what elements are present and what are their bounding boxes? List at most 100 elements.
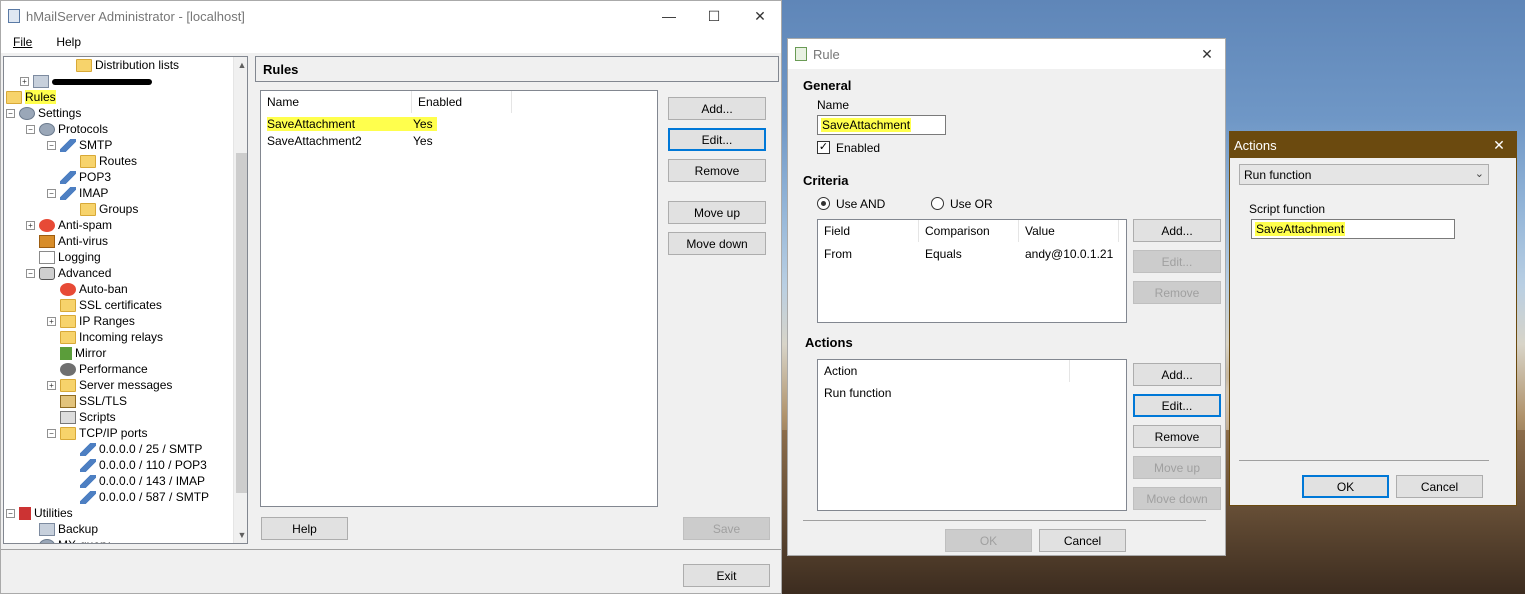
expand-icon[interactable]: +	[26, 220, 35, 230]
rule-row[interactable]: SaveAttachment2 Yes	[267, 133, 433, 149]
column-header-value[interactable]: Value	[1019, 220, 1119, 242]
tree-node[interactable]: MX-query	[26, 537, 110, 543]
rule-name: SaveAttachment2	[267, 134, 362, 148]
menu-help[interactable]: Help	[44, 35, 93, 49]
tree-node[interactable]: 0.0.0.0 / 587 / SMTP	[67, 489, 209, 505]
rule-ok-button[interactable]: OK	[945, 529, 1032, 552]
help-button[interactable]: Help	[261, 517, 348, 540]
tree-node[interactable]: − Utilities	[6, 505, 73, 521]
tree-node[interactable]: + Anti-spam	[26, 217, 112, 233]
rule-cancel-button[interactable]: Cancel	[1039, 529, 1126, 552]
tree-scrollbar[interactable]: ▲ ▼	[233, 57, 247, 543]
tree-node-label: Mirror	[75, 346, 107, 360]
scroll-down-icon[interactable]: ▼	[234, 527, 247, 543]
scroll-up-icon[interactable]: ▲	[234, 57, 247, 73]
action-row[interactable]: Run function	[824, 385, 891, 401]
tree-node[interactable]: 0.0.0.0 / 110 / POP3	[67, 457, 207, 473]
move-down-action-button[interactable]: Move down	[1133, 487, 1221, 510]
collapse-icon[interactable]: −	[26, 124, 35, 134]
tree-node[interactable]: Groups	[67, 201, 138, 217]
action-type-select[interactable]: Run function ⌄	[1239, 164, 1489, 185]
remove-action-button[interactable]: Remove	[1133, 425, 1221, 448]
remove-criteria-button[interactable]: Remove	[1133, 281, 1221, 304]
use-and-radio[interactable]	[817, 197, 830, 210]
script-function-input[interactable]: SaveAttachment	[1251, 219, 1455, 239]
tree-node[interactable]: Anti-virus	[26, 233, 108, 249]
close-icon[interactable]: ✕	[737, 1, 783, 31]
exit-button[interactable]: Exit	[683, 564, 770, 587]
save-button[interactable]: Save	[683, 517, 770, 540]
collapse-icon[interactable]: −	[47, 188, 56, 198]
move-up-action-button[interactable]: Move up	[1133, 456, 1221, 479]
use-or-radio[interactable]	[931, 197, 944, 210]
add-rule-button[interactable]: Add...	[668, 97, 766, 120]
tree-node[interactable]: Rules	[6, 89, 56, 105]
main-title-bar[interactable]: hMailServer Administrator - [localhost] …	[1, 1, 781, 31]
add-action-button[interactable]: Add...	[1133, 363, 1221, 386]
column-header-action[interactable]: Action	[818, 360, 1070, 382]
tree-node[interactable]: POP3	[47, 169, 111, 185]
actions-list[interactable]: Action Run function	[817, 359, 1127, 511]
tree-node[interactable]: 0.0.0.0 / 143 / IMAP	[67, 473, 205, 489]
column-header-name[interactable]: Name	[261, 91, 412, 113]
rule-name-input[interactable]: SaveAttachment	[817, 115, 946, 135]
tree-node[interactable]: +	[20, 73, 152, 89]
tree-node[interactable]: + Server messages	[47, 377, 172, 393]
expand-icon[interactable]: +	[47, 316, 56, 326]
tree-node[interactable]: − Settings	[6, 105, 81, 121]
move-down-button[interactable]: Move down	[668, 232, 766, 255]
rule-row[interactable]: SaveAttachment Yes	[267, 116, 437, 132]
rules-list[interactable]: Name Enabled SaveAttachment Yes SaveAtta…	[260, 90, 658, 507]
column-header-enabled[interactable]: Enabled	[412, 91, 512, 113]
tree-node[interactable]: − SMTP	[47, 137, 112, 153]
tree-node[interactable]: + IP Ranges	[47, 313, 135, 329]
actions-dialog-title-bar[interactable]: Actions ✕	[1230, 132, 1516, 158]
add-criteria-button[interactable]: Add...	[1133, 219, 1221, 242]
rule-dialog-title-bar[interactable]: Rule ✕	[788, 39, 1225, 69]
collapse-icon[interactable]: −	[47, 140, 56, 150]
collapse-icon[interactable]: −	[6, 508, 15, 518]
action-type-value: Run function	[1244, 167, 1312, 182]
tree-node[interactable]: Incoming relays	[47, 329, 163, 345]
edit-criteria-button[interactable]: Edit...	[1133, 250, 1221, 273]
tree-node[interactable]: Scripts	[47, 409, 116, 425]
remove-rule-button[interactable]: Remove	[668, 159, 766, 182]
tree-node[interactable]: Backup	[26, 521, 98, 537]
criteria-row[interactable]: From Equals andy@10.0.1.21	[824, 246, 1113, 262]
actions-ok-button[interactable]: OK	[1302, 475, 1389, 498]
edit-rule-button[interactable]: Edit...	[668, 128, 766, 151]
column-header-comparison[interactable]: Comparison	[919, 220, 1019, 242]
navigation-tree[interactable]: Distribution lists + Rules − Settings − Protoc…	[3, 56, 248, 544]
move-up-button[interactable]: Move up	[668, 201, 766, 224]
actions-close-icon[interactable]: ✕	[1482, 132, 1516, 158]
expand-icon[interactable]: +	[47, 380, 56, 390]
tree-node[interactable]: − TCP/IP ports	[47, 425, 147, 441]
enabled-checkbox[interactable]: ✓	[817, 141, 830, 154]
actions-cancel-button[interactable]: Cancel	[1396, 475, 1483, 498]
expand-icon[interactable]: +	[20, 76, 29, 86]
tree-node[interactable]: Routes	[67, 153, 137, 169]
collapse-icon[interactable]: −	[6, 108, 15, 118]
tree-node[interactable]: 0.0.0.0 / 25 / SMTP	[67, 441, 202, 457]
tree-node[interactable]: Auto-ban	[47, 281, 128, 297]
maximize-icon[interactable]: ☐	[691, 1, 737, 31]
tree-node[interactable]: Mirror	[47, 345, 106, 361]
scroll-thumb[interactable]	[236, 153, 247, 493]
column-header-field[interactable]: Field	[818, 220, 919, 242]
rule-close-icon[interactable]: ✕	[1188, 39, 1226, 69]
minimize-icon[interactable]: —	[646, 1, 692, 31]
criteria-list[interactable]: Field Comparison Value From Equals andy@…	[817, 219, 1127, 323]
collapse-icon[interactable]: −	[47, 428, 56, 438]
collapse-icon[interactable]: −	[26, 268, 35, 278]
tree-node[interactable]: − Advanced	[26, 265, 111, 281]
tree-node[interactable]: Performance	[47, 361, 148, 377]
tree-node[interactable]: SSL certificates	[47, 297, 162, 313]
tree-node[interactable]: Distribution lists	[63, 57, 179, 73]
menu-file[interactable]: File	[1, 35, 44, 49]
tree-node[interactable]: − IMAP	[47, 185, 108, 201]
tree-node[interactable]: − Protocols	[26, 121, 108, 137]
tree-node[interactable]: SSL/TLS	[47, 393, 127, 409]
actions-section-label: Actions	[805, 335, 853, 350]
tree-node[interactable]: Logging	[26, 249, 101, 265]
edit-action-button[interactable]: Edit...	[1133, 394, 1221, 417]
